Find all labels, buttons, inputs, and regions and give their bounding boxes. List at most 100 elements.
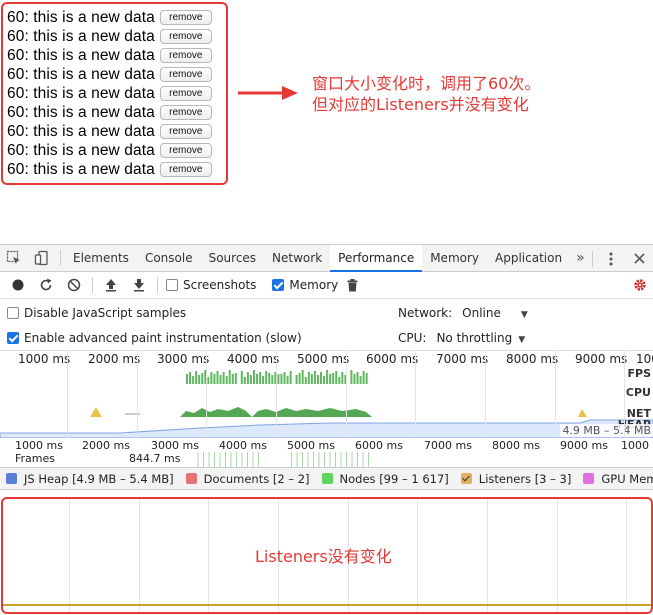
- kebab-menu-icon[interactable]: [597, 245, 625, 272]
- tab-console[interactable]: Console: [137, 245, 201, 272]
- fps-bar: [246, 372, 249, 384]
- remove-button[interactable]: remove: [159, 29, 212, 44]
- tab-memory[interactable]: Memory: [422, 245, 487, 272]
- remove-button[interactable]: remove: [159, 48, 212, 63]
- device-toolbar-icon[interactable]: [28, 245, 56, 272]
- fps-bar: [338, 377, 341, 384]
- legend-swatch: [185, 473, 197, 484]
- fps-bar: [195, 371, 198, 384]
- fps-bar: [304, 377, 307, 384]
- list-item-text: 60: this is a new data: [7, 160, 155, 178]
- save-profile-button[interactable]: [125, 272, 153, 299]
- list-item-text: 60: this is a new data: [7, 46, 155, 64]
- grid-line: [346, 351, 347, 438]
- frames-track[interactable]: 1000 ms 2000 ms 3000 ms 4000 ms 5000 ms 6000 …: [0, 438, 653, 468]
- memory-counter-graph: Listeners没有变化: [1, 497, 653, 614]
- tab-sources[interactable]: Sources: [201, 245, 264, 272]
- remove-button[interactable]: remove: [159, 10, 212, 25]
- fps-bar: [350, 370, 353, 384]
- legend-swatch: [583, 473, 595, 484]
- remove-button[interactable]: remove: [159, 143, 212, 158]
- fps-bar: [256, 374, 259, 384]
- cpu-select[interactable]: No throttling ▼: [436, 331, 525, 345]
- fps-bar: [335, 371, 338, 384]
- grid-line: [487, 499, 488, 612]
- fps-bar: [225, 376, 228, 384]
- fps-bar: [198, 375, 201, 384]
- legend-item[interactable]: GPU Memory: [583, 472, 653, 486]
- annotation-note: 窗口大小变化时，调用了60次。 但对应的Listeners并没有变化: [312, 73, 540, 115]
- red-arrow-icon: [238, 86, 298, 100]
- fps-bar: [271, 375, 274, 384]
- fps-bar: [316, 375, 319, 384]
- legend-label: Nodes [99 – 1 617]: [339, 471, 449, 486]
- fps-bar: [186, 374, 188, 384]
- tab-performance[interactable]: Performance: [330, 244, 423, 272]
- memory-checkbox[interactable]: [272, 279, 285, 291]
- grid-line: [557, 499, 558, 612]
- inspect-element-icon[interactable]: [0, 245, 28, 272]
- grid-line: [206, 351, 207, 438]
- fps-bar: [253, 370, 255, 384]
- list-item: 60: this is a new data remove: [7, 65, 226, 84]
- enable-paint-row: Enable advanced paint instrumentation (s…: [3, 328, 302, 348]
- fps-bar: [332, 373, 335, 384]
- fps-bar: [307, 372, 310, 384]
- reload-record-button[interactable]: [32, 272, 60, 299]
- timeline-overview[interactable]: 1000 ms 2000 ms 3000 ms 4000 ms 5000 ms 6000 …: [0, 351, 653, 438]
- legend-item[interactable]: JS Heap [4.9 MB – 5.4 MB]: [6, 472, 174, 486]
- load-profile-button[interactable]: [97, 272, 125, 299]
- list-item: 60: this is a new data remove: [7, 46, 226, 65]
- close-icon[interactable]: [625, 245, 653, 272]
- remove-button[interactable]: remove: [159, 162, 212, 177]
- fps-bar: [356, 372, 359, 384]
- clear-button[interactable]: [60, 272, 88, 299]
- fps-bar: [301, 370, 304, 384]
- legend-item[interactable]: Documents [2 – 2]: [185, 472, 310, 486]
- list-item: 60: this is a new data remove: [7, 8, 226, 27]
- devtools-tabbar: Elements Console Sources Network Performance…: [0, 244, 653, 272]
- remove-button[interactable]: remove: [159, 124, 212, 139]
- remove-button[interactable]: remove: [159, 86, 212, 101]
- legend-label: JS Heap [4.9 MB – 5.4 MB]: [24, 471, 174, 486]
- fps-bar: [326, 370, 329, 384]
- tab-elements[interactable]: Elements: [65, 245, 137, 272]
- memory-counters-legend: JS Heap [4.9 MB – 5.4 MB] Documents [2 – …: [0, 468, 653, 490]
- grid-line: [208, 499, 209, 612]
- screenshots-checkbox[interactable]: [166, 279, 178, 291]
- frame-markers: [197, 452, 369, 467]
- capture-settings-gear-icon[interactable]: [633, 278, 647, 296]
- fps-bar: [222, 372, 225, 384]
- tab-application[interactable]: Application: [487, 245, 570, 272]
- tabbar-right-controls: [588, 245, 653, 272]
- grid-line: [69, 499, 70, 612]
- fps-bar: [365, 373, 368, 384]
- listeners-counter-line: [3, 604, 651, 606]
- list-item-text: 60: this is a new data: [7, 122, 155, 140]
- annotation-line-2: 但对应的Listeners并没有变化: [312, 95, 529, 114]
- record-button[interactable]: [4, 272, 32, 299]
- cpu-throttle-row: CPU: No throttling ▼: [398, 328, 525, 348]
- list-item-text: 60: this is a new data: [7, 27, 155, 45]
- fps-bar: [286, 376, 289, 384]
- grid-line: [415, 351, 416, 438]
- list-item: 60: this is a new data remove: [7, 27, 226, 46]
- grid-line: [626, 499, 627, 612]
- legend-item[interactable]: Nodes [99 – 1 617]: [321, 471, 449, 486]
- remove-button[interactable]: remove: [159, 105, 212, 120]
- fps-bar: [289, 371, 292, 384]
- disable-js-samples-checkbox[interactable]: [7, 307, 19, 319]
- network-select[interactable]: Online ▼: [462, 306, 528, 320]
- legend-item[interactable]: Listeners [3 – 3]: [460, 472, 571, 486]
- tab-network[interactable]: Network: [264, 245, 330, 272]
- enable-paint-checkbox[interactable]: [7, 332, 19, 344]
- cpu-yellow-spike-2: [578, 409, 587, 417]
- remove-button[interactable]: remove: [159, 67, 212, 82]
- fps-bar: [362, 371, 365, 384]
- grid-line: [137, 351, 138, 438]
- enable-paint-label: Enable advanced paint instrumentation (s…: [24, 331, 302, 345]
- toolbar-divider-1: [92, 277, 93, 293]
- collect-garbage-button[interactable]: [338, 272, 366, 299]
- upload-icon: [106, 279, 116, 292]
- record-icon: [12, 279, 24, 291]
